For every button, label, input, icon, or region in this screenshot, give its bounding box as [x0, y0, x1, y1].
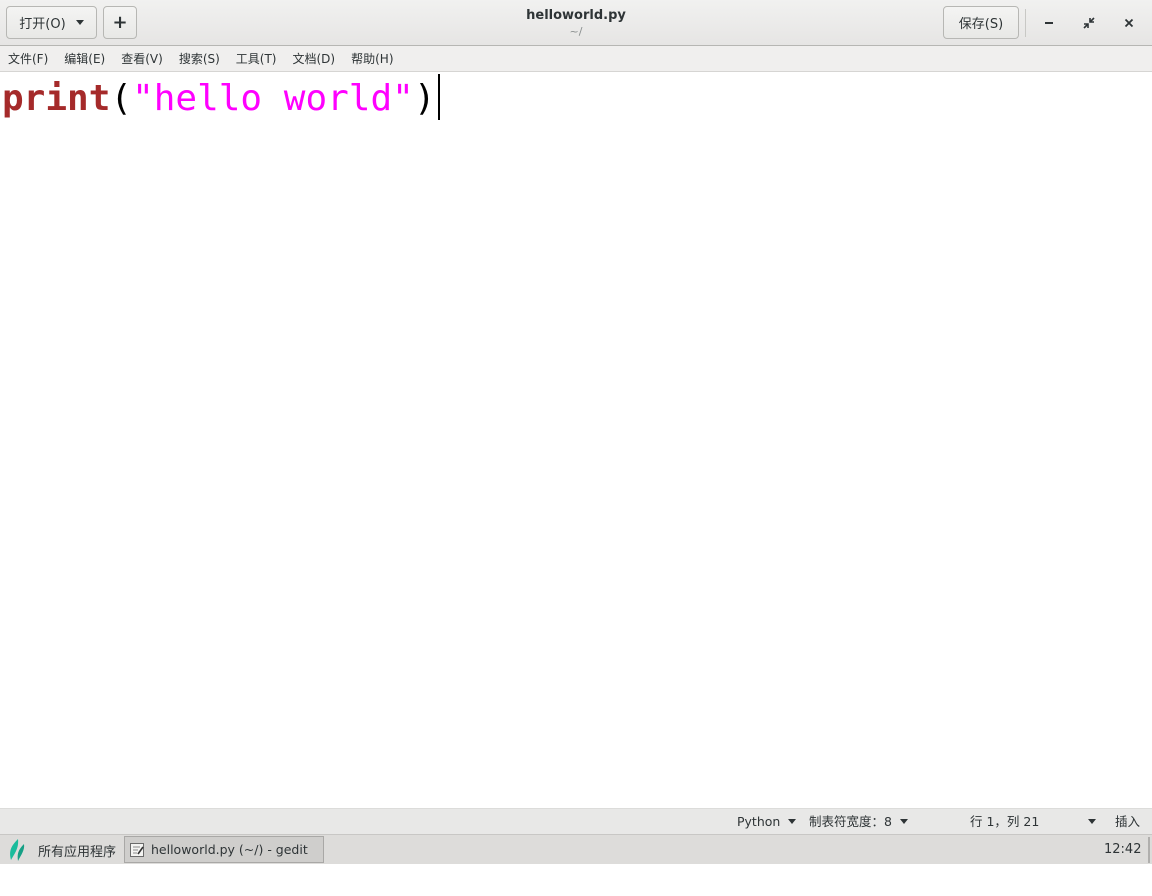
position-dropdown[interactable] [1080, 809, 1096, 834]
taskbar-window-label: helloworld.py (~/) - gedit [151, 842, 308, 857]
code-keyword: print [2, 78, 111, 119]
code-open-paren: ( [110, 78, 133, 119]
save-button[interactable]: 保存(S) [943, 6, 1019, 39]
close-button[interactable] [1116, 10, 1142, 36]
chevron-down-icon [75, 20, 84, 25]
code-string: "hello world" [132, 78, 414, 119]
tab-width-selector[interactable]: 制表符宽度：8 [809, 809, 908, 834]
cursor-position[interactable]: 行 1，列 21 [970, 809, 1039, 834]
menu-bar: 文件(F) 编辑(E) 查看(V) 搜索(S) 工具(T) 文档(D) 帮助(H… [0, 46, 1152, 72]
text-editor-icon [130, 842, 144, 857]
menu-tools[interactable]: 工具(T) [228, 46, 285, 72]
menu-view[interactable]: 查看(V) [113, 46, 171, 72]
code-line[interactable]: print("hello world") [2, 74, 440, 121]
restore-button[interactable] [1076, 10, 1102, 36]
language-label: Python [737, 814, 781, 829]
text-editor[interactable]: print("hello world") [0, 72, 1152, 808]
status-bar: Python 制表符宽度：8 行 1，列 21 插入 [0, 808, 1152, 834]
screen-bottom [0, 864, 1152, 896]
all-applications-label: 所有应用程序 [38, 844, 117, 860]
menu-help[interactable]: 帮助(H) [343, 46, 401, 72]
minimize-button[interactable] [1036, 10, 1062, 36]
text-cursor [437, 74, 440, 120]
all-applications-button[interactable]: 所有应用程序 [6, 837, 116, 863]
header-bar: 打开(O) + helloworld.py ~/ 保存(S) [0, 0, 1152, 46]
menu-documents[interactable]: 文档(D) [285, 46, 344, 72]
menu-search[interactable]: 搜索(S) [171, 46, 228, 72]
chevron-down-icon [1088, 819, 1096, 824]
new-tab-button[interactable]: + [103, 6, 137, 39]
restore-icon [1083, 17, 1095, 29]
language-selector[interactable]: Python [737, 809, 797, 834]
menu-edit[interactable]: 编辑(E) [56, 46, 113, 72]
open-button-label: 打开(O) [19, 17, 66, 32]
taskbar: 所有应用程序 helloworld.py (~/) - gedit 12:42 [0, 834, 1152, 864]
open-button[interactable]: 打开(O) [6, 6, 97, 39]
cursor-position-label: 行 1，列 21 [970, 814, 1040, 829]
clock[interactable]: 12:42 [1104, 835, 1141, 864]
insert-mode-indicator[interactable]: 插入 [1115, 809, 1140, 834]
minimize-icon [1045, 22, 1053, 24]
menu-file[interactable]: 文件(F) [0, 46, 56, 72]
taskbar-window-gedit[interactable]: helloworld.py (~/) - gedit [124, 836, 324, 863]
show-desktop-edge[interactable] [1148, 837, 1150, 863]
tab-width-label: 制表符宽度：8 [809, 814, 892, 829]
app-launcher-icon [10, 839, 25, 861]
chevron-down-icon [788, 819, 797, 824]
chevron-down-icon [899, 819, 908, 824]
code-close-paren: ) [413, 78, 436, 119]
close-icon [1124, 18, 1134, 28]
header-separator [1025, 9, 1026, 37]
